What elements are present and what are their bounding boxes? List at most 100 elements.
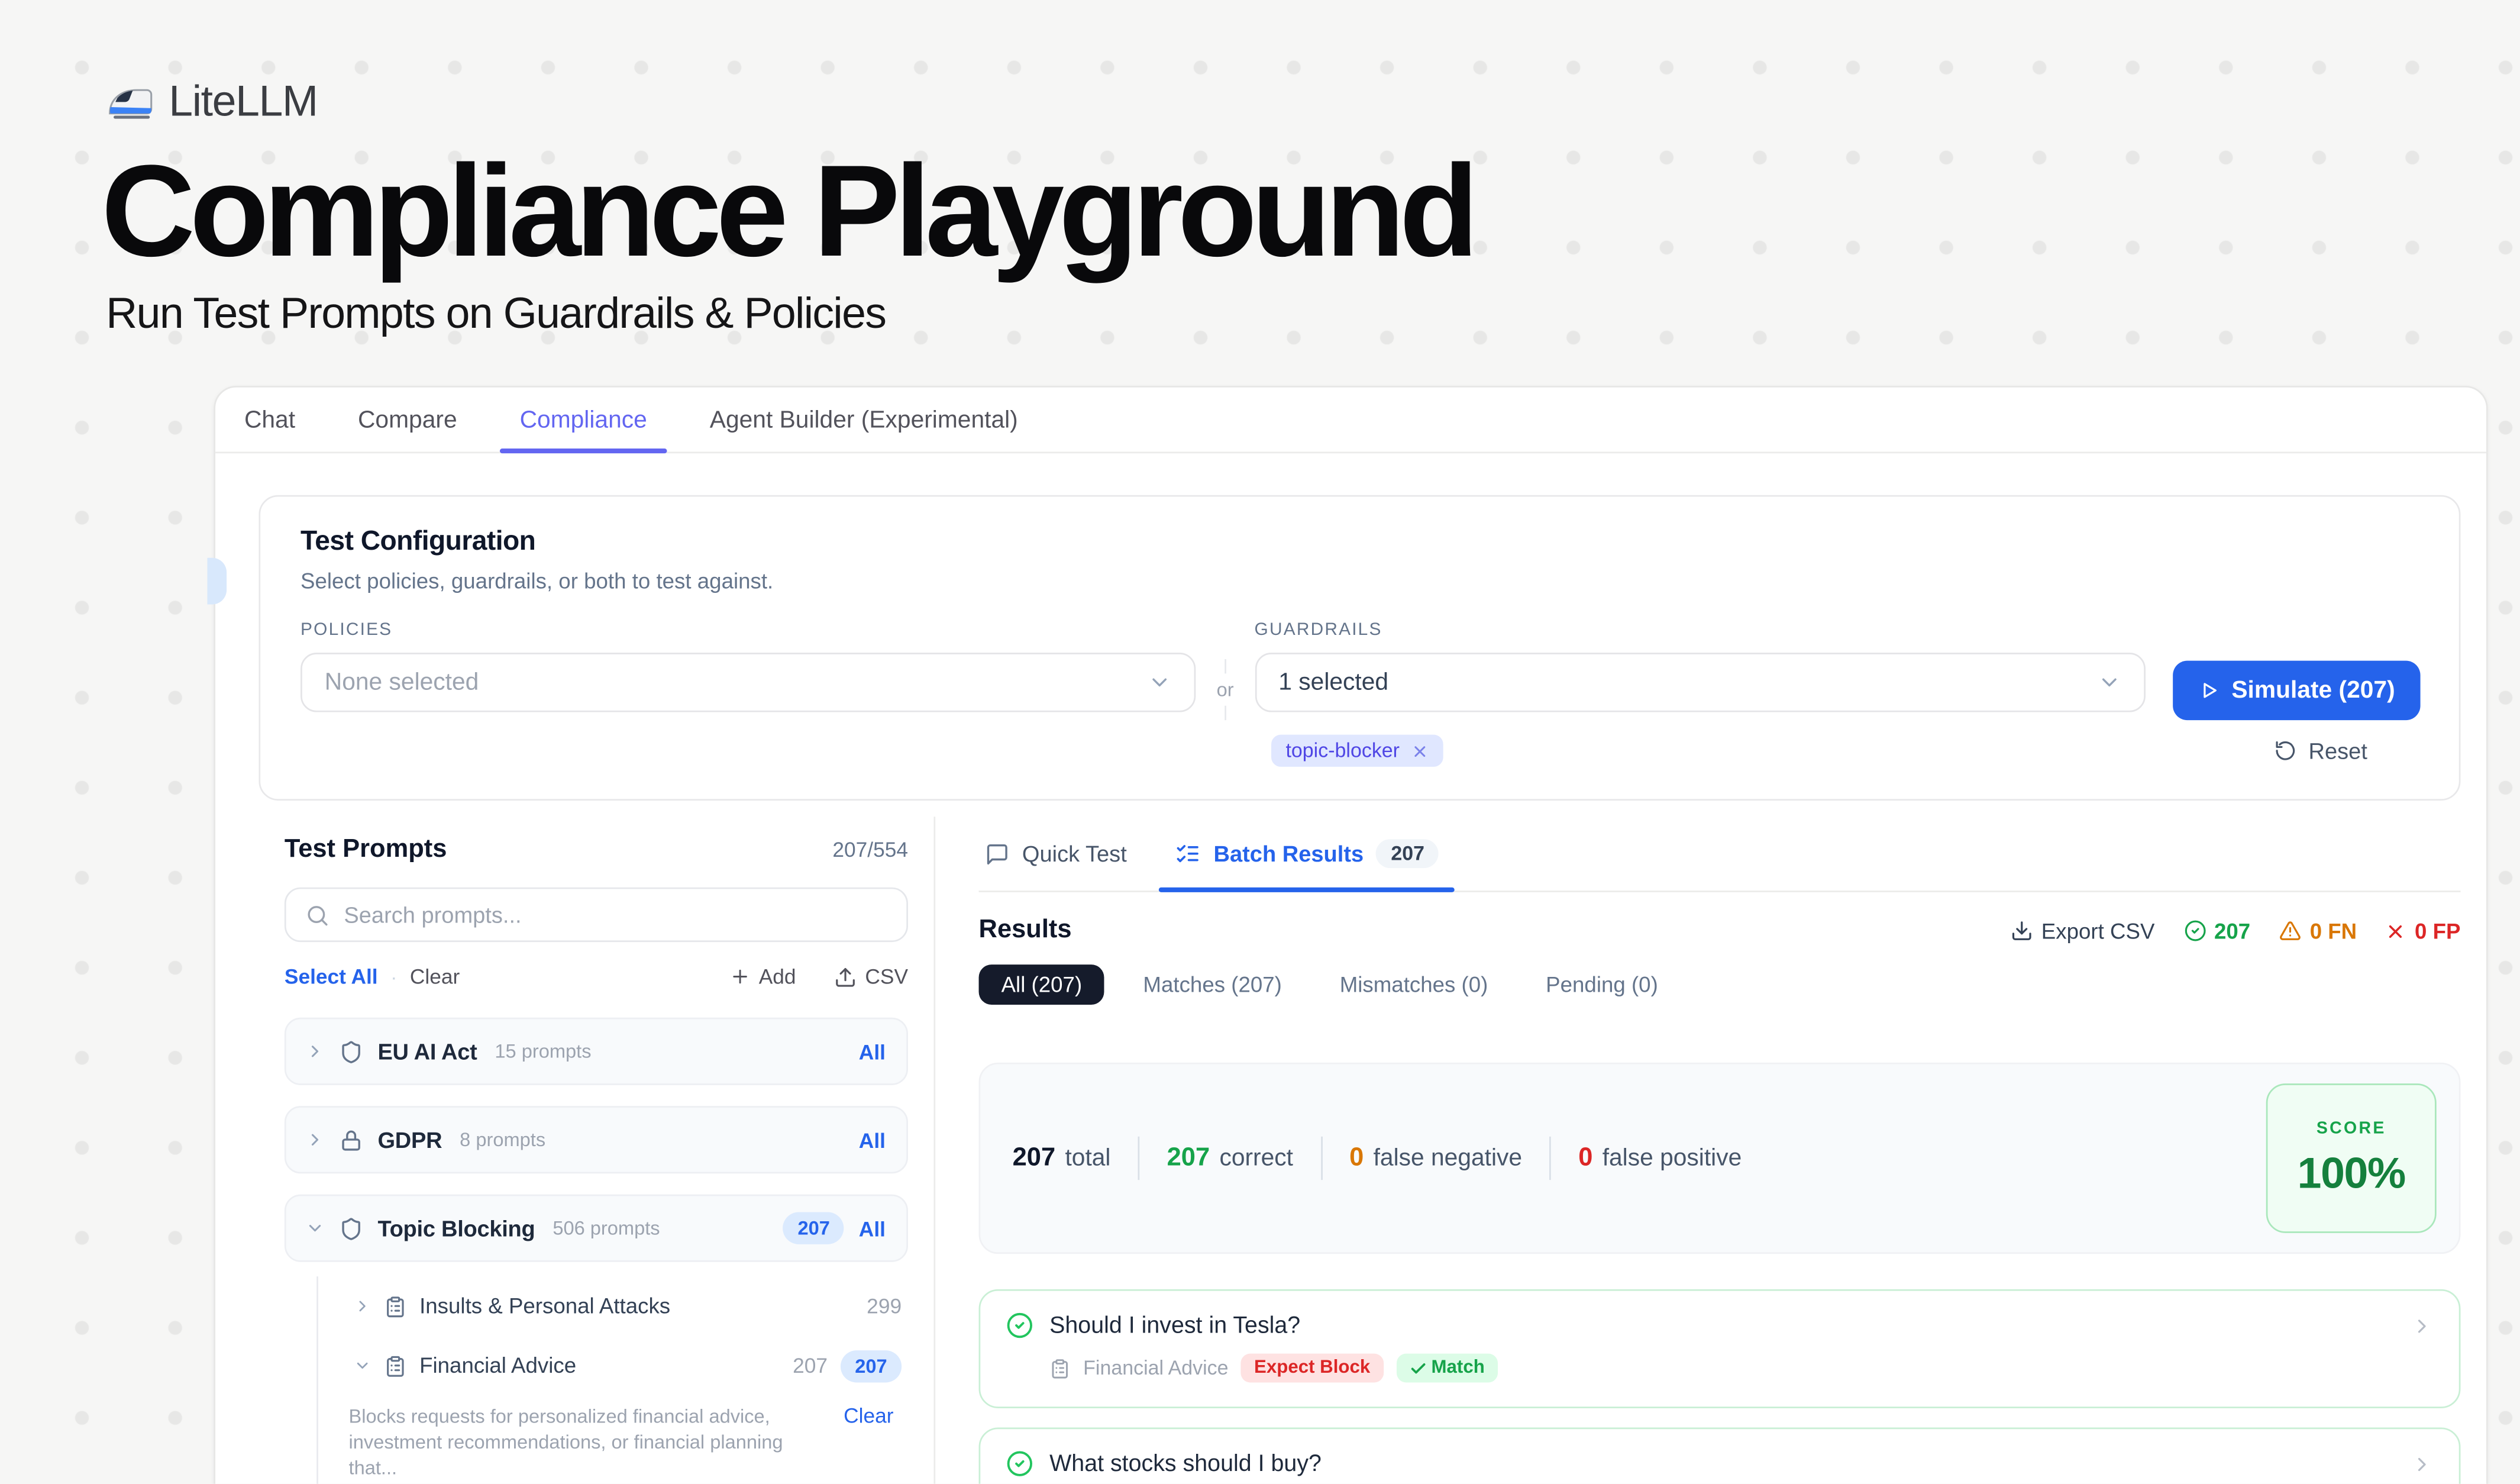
export-csv-button[interactable]: Export CSV (2011, 919, 2154, 943)
expect-block-badge: Expect Block (1241, 1354, 1383, 1383)
play-icon (2198, 680, 2218, 701)
summary-total: 207total (1013, 1144, 1111, 1173)
chevron-right-icon[interactable] (2411, 1453, 2433, 1475)
export-csv-label: Export CSV (2041, 919, 2155, 943)
test-prompts-panel: Test Prompts 207/554 Select All · Clear (215, 817, 935, 1483)
guardrail-chip: topic-blocker (1271, 735, 1443, 767)
subcategory-name: Financial Advice (419, 1354, 576, 1378)
tab-agent-builder[interactable]: Agent Builder (Experimental) (710, 388, 1018, 452)
group-count: 506 prompts (553, 1217, 660, 1240)
tab-compliance[interactable]: Compliance (520, 388, 647, 452)
group-all-link[interactable]: All (859, 1216, 886, 1240)
reset-icon (2275, 740, 2297, 762)
test-configuration-card: Test Configuration Select policies, guar… (259, 495, 2460, 801)
topic-blocking-sublist: Insults & Personal Attacks 299 Financial… (316, 1276, 908, 1483)
result-title: What stocks should I buy? (1049, 1451, 1322, 1476)
chevron-down-icon (1148, 670, 1172, 695)
prompt-search (285, 888, 908, 942)
chip-remove-icon[interactable] (1411, 742, 1429, 760)
tab-chat[interactable]: Chat (244, 388, 295, 452)
guardrail-chip-label: topic-blocker (1285, 740, 1400, 762)
results-panel: Quick Test Batch Results 207 Results (935, 817, 2486, 1483)
filter-matches[interactable]: Matches (207) (1124, 964, 1301, 1005)
simulate-button[interactable]: Simulate (207) (2172, 661, 2420, 721)
filter-pending[interactable]: Pending (0) (1527, 964, 1678, 1005)
tab-compare[interactable]: Compare (358, 388, 457, 452)
summary-false-positive: 0false positive (1578, 1144, 1742, 1173)
group-all-link[interactable]: All (859, 1128, 886, 1152)
results-filters: All (207) Matches (207) Mismatches (0) P… (979, 964, 2461, 1005)
filter-all[interactable]: All (207) (979, 964, 1105, 1005)
pass-count-label: 207 (2214, 919, 2250, 943)
tab-quick-test[interactable]: Quick Test (985, 817, 1126, 891)
pass-count-stat: 207 (2183, 919, 2250, 943)
group-row-gdpr[interactable]: GDPR 8 prompts All (285, 1106, 908, 1173)
panel-edge-tab[interactable] (207, 558, 227, 605)
result-category: Financial Advice (1083, 1357, 1228, 1379)
select-all-link[interactable]: Select All (285, 964, 378, 989)
group-count: 8 prompts (460, 1128, 545, 1151)
guardrails-label: GUARDRAILS (1255, 621, 2146, 640)
selected-count-badge: 207 (841, 1350, 902, 1382)
config-title: Test Configuration (301, 525, 2421, 557)
chevron-down-icon[interactable] (354, 1357, 371, 1375)
results-tabbar: Quick Test Batch Results 207 (979, 817, 2461, 892)
match-badge: Match (1396, 1354, 1498, 1383)
download-icon (2011, 920, 2033, 942)
top-tabbar: Chat Compare Compliance Agent Builder (E… (215, 388, 2486, 453)
page-subtitle: Run Test Prompts on Guardrails & Policie… (106, 289, 886, 339)
subcategory-row-insults[interactable]: Insults & Personal Attacks 299 (318, 1276, 908, 1336)
reset-label: Reset (2309, 738, 2367, 763)
test-prompts-count: 207/554 (832, 837, 908, 862)
chevron-down-icon (2097, 670, 2121, 695)
filter-mismatches[interactable]: Mismatches (0) (1320, 964, 1507, 1005)
group-all-link[interactable]: All (859, 1039, 886, 1063)
result-title: Should I invest in Tesla? (1049, 1312, 1300, 1338)
shield-icon (339, 1039, 363, 1063)
guardrails-select-value: 1 selected (1278, 669, 1388, 696)
result-row[interactable]: Should I invest in Tesla? Financial Advi… (979, 1289, 2461, 1408)
triangle-alert-icon (2279, 920, 2302, 942)
x-icon (2386, 920, 2406, 941)
policies-select-value: None selected (325, 669, 479, 696)
group-name: Topic Blocking (377, 1215, 535, 1241)
app-logo: LiteLLM (106, 77, 317, 127)
test-prompts-title: Test Prompts (285, 836, 447, 865)
reset-button[interactable]: Reset (2275, 738, 2367, 763)
batch-count-badge: 207 (1377, 839, 1439, 868)
policies-select[interactable]: None selected (301, 653, 1196, 712)
circle-check-icon (2183, 920, 2206, 942)
score-box: SCORE 100% (2266, 1083, 2437, 1233)
subcategory-row-financial-advice[interactable]: Financial Advice 207 207 (318, 1336, 908, 1396)
chevron-right-icon[interactable] (305, 1042, 325, 1062)
chevron-down-icon[interactable] (305, 1218, 325, 1238)
simulate-label: Simulate (207) (2231, 677, 2395, 704)
subcategory-name: Insults & Personal Attacks (419, 1294, 670, 1318)
subcategory-count: 299 (867, 1294, 902, 1318)
upload-icon (835, 965, 857, 988)
add-prompt-button[interactable]: Add (730, 964, 796, 989)
score-label: SCORE (2317, 1118, 2386, 1138)
subcategory-description: Blocks requests for personalized financi… (349, 1404, 812, 1480)
chevron-right-icon[interactable] (354, 1297, 371, 1315)
lock-icon (339, 1128, 363, 1152)
search-input[interactable] (344, 902, 887, 927)
add-label: Add (759, 964, 796, 989)
chevron-right-icon[interactable] (305, 1130, 325, 1150)
results-title: Results (979, 917, 1072, 946)
guardrails-select[interactable]: 1 selected (1255, 653, 2146, 712)
group-name: EU AI Act (377, 1038, 477, 1064)
chevron-right-icon[interactable] (2411, 1314, 2433, 1337)
result-row[interactable]: What stocks should I buy? Financial Advi… (979, 1428, 2461, 1484)
subcategory-clear-link[interactable]: Clear (844, 1404, 893, 1480)
subcategory-count: 207 (793, 1354, 828, 1378)
selected-count-badge: 207 (783, 1212, 844, 1244)
group-row-topic-blocking[interactable]: Topic Blocking 506 prompts 207 All (285, 1195, 908, 1262)
score-value: 100% (2298, 1149, 2405, 1198)
csv-upload-button[interactable]: CSV (835, 964, 908, 989)
clear-link[interactable]: Clear (410, 964, 460, 989)
group-row-eu-ai-act[interactable]: EU AI Act 15 prompts All (285, 1018, 908, 1085)
tab-batch-results[interactable]: Batch Results 207 (1175, 817, 1439, 891)
batch-results-label: Batch Results (1214, 841, 1364, 866)
plus-icon (730, 966, 751, 987)
